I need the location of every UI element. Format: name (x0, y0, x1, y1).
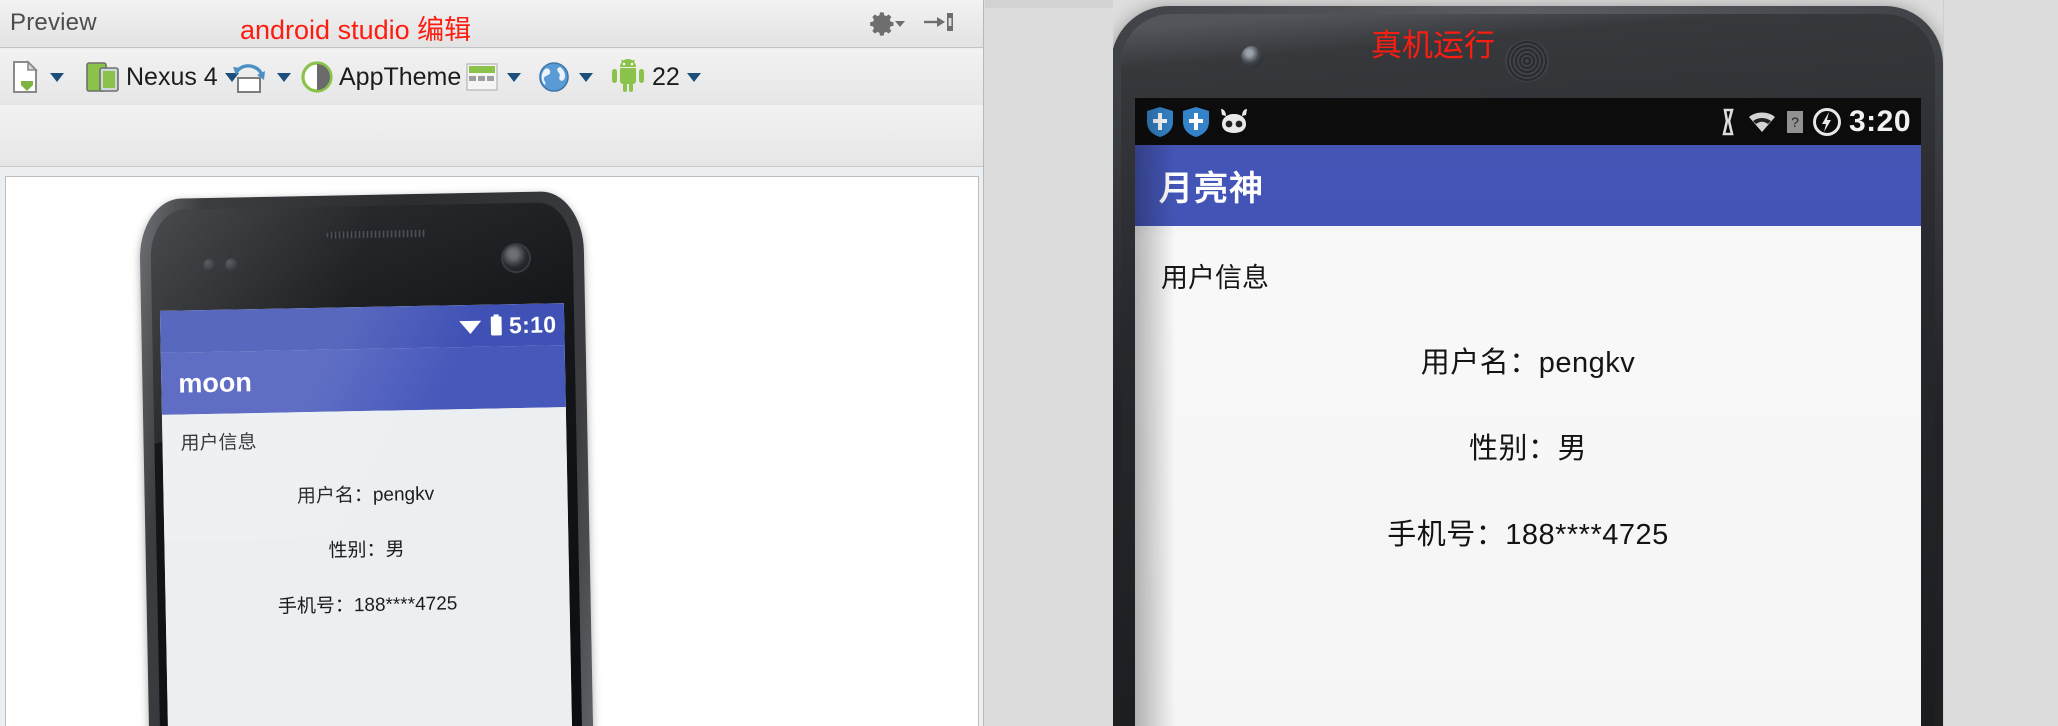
globe-icon (539, 62, 569, 92)
annotation-left: android studio 编辑 (240, 15, 472, 45)
real-row-phone: 手机号：188****4725 (1387, 519, 1669, 551)
rendered-app-title: moon (178, 366, 253, 399)
earpiece-speaker-icon (1505, 40, 1549, 82)
wifi-icon (1748, 112, 1775, 132)
chevron-down-icon[interactable] (277, 72, 291, 82)
device-chooser-label: Nexus 4 (126, 62, 218, 91)
shield-icon (1147, 106, 1173, 137)
rendered-row-username: 用户名：pengkv (296, 483, 435, 508)
theme-chooser-label: AppTheme (339, 62, 462, 91)
api-level-label: 22 (652, 62, 680, 91)
real-status-bar: ? 3:20 (1135, 98, 1921, 145)
page-title: Preview (10, 9, 97, 36)
cyanogenmod-icon (1221, 108, 1247, 133)
status-bar-left-icons (1145, 106, 1251, 138)
front-camera-icon (1241, 46, 1263, 68)
android-icon (612, 59, 644, 92)
preview-canvas[interactable]: 5:10 moon 用户信息 用户名：pengkv 性别：男 手机号：188**… (5, 176, 979, 726)
chevron-down-icon[interactable] (686, 72, 701, 82)
locale-chooser[interactable] (533, 54, 596, 100)
real-row-username: 用户名：pengkv (1420, 347, 1636, 379)
rendered-content: 用户信息 用户名：pengkv 性别：男 手机号：188****4725 (161, 407, 573, 726)
chevron-down-icon[interactable] (895, 21, 905, 27)
real-section-header: 用户信息 (1161, 263, 1269, 293)
rendered-app-bar: moon (160, 345, 566, 415)
real-app-title: 月亮神 (1159, 170, 1264, 208)
battery-icon (490, 314, 502, 336)
orientation-chooser[interactable] (227, 54, 294, 100)
preview-panel-titlebar: Preview android studio 编辑 (0, 0, 983, 48)
rendered-screen[interactable]: 5:10 moon 用户信息 用户名：pengkv 性别：男 手机号：188**… (159, 303, 573, 726)
device-chooser[interactable]: Nexus 4 (82, 54, 242, 100)
wifi-icon (458, 320, 481, 334)
configuration-toolbar: Nexus 4 AppTheme 22 (0, 49, 983, 150)
android-studio-preview-panel: Preview android studio 编辑 Nexus 4 AppThe… (0, 0, 984, 726)
rendered-row-phone: 手机号：188****4725 (277, 593, 458, 618)
shield-icon (1183, 106, 1209, 137)
real-device-photo: 真机运行 ? 3:20 月亮神 用户信息 用户名：pengkv 性别：男 手机号… (1113, 0, 1943, 726)
status-bar-right-icons: ? 3:20 (1717, 105, 1911, 139)
chevron-down-icon[interactable] (579, 72, 593, 82)
rendered-row-gender: 性别：男 (328, 539, 405, 562)
right-background (1943, 0, 2058, 726)
theme-contrast-icon (301, 61, 333, 93)
device-icon (86, 62, 119, 92)
minimize-panel-icon[interactable] (922, 8, 954, 38)
battery-charging-icon (1812, 107, 1841, 136)
file-config-icon (13, 60, 38, 93)
status-bar-clock: 5:10 (508, 310, 557, 338)
theme-chooser[interactable]: AppTheme (297, 54, 464, 100)
configuration-chooser[interactable] (6, 54, 67, 100)
rendered-section-header: 用户信息 (180, 432, 257, 455)
real-content: 用户信息 用户名：pengkv 性别：男 手机号：188****4725 (1135, 226, 1921, 726)
chevron-down-icon[interactable] (50, 72, 64, 82)
layout-icon (466, 63, 498, 91)
svg-text:?: ? (1791, 114, 1799, 130)
status-bar-clock: 3:20 (1848, 104, 1911, 138)
activity-chooser[interactable] (461, 54, 524, 100)
real-device-screen[interactable]: ? 3:20 月亮神 用户信息 用户名：pengkv 性别：男 手机号：188*… (1135, 98, 1921, 726)
vibrate-icon (1722, 108, 1734, 135)
api-level-chooser[interactable]: 22 (606, 54, 704, 100)
gear-icon[interactable] (869, 10, 905, 38)
panel-gutter (985, 0, 1113, 726)
gutter-top-strip (985, 0, 1113, 8)
real-app-bar: 月亮神 (1135, 145, 1921, 226)
rotate-icon (233, 64, 265, 93)
front-camera-icon (502, 244, 530, 272)
right-background-divider (1943, 0, 1944, 726)
signal-unknown-icon: ? (1786, 110, 1803, 133)
real-row-gender: 性别：男 (1468, 433, 1587, 465)
zoom-toolbar: 1:1 (0, 105, 983, 266)
annotation-right: 真机运行 (1371, 28, 1495, 63)
rendered-device-nexus4[interactable]: 5:10 moon 用户信息 用户名：pengkv 性别：男 手机号：188**… (138, 190, 594, 726)
chevron-down-icon[interactable] (507, 72, 521, 82)
